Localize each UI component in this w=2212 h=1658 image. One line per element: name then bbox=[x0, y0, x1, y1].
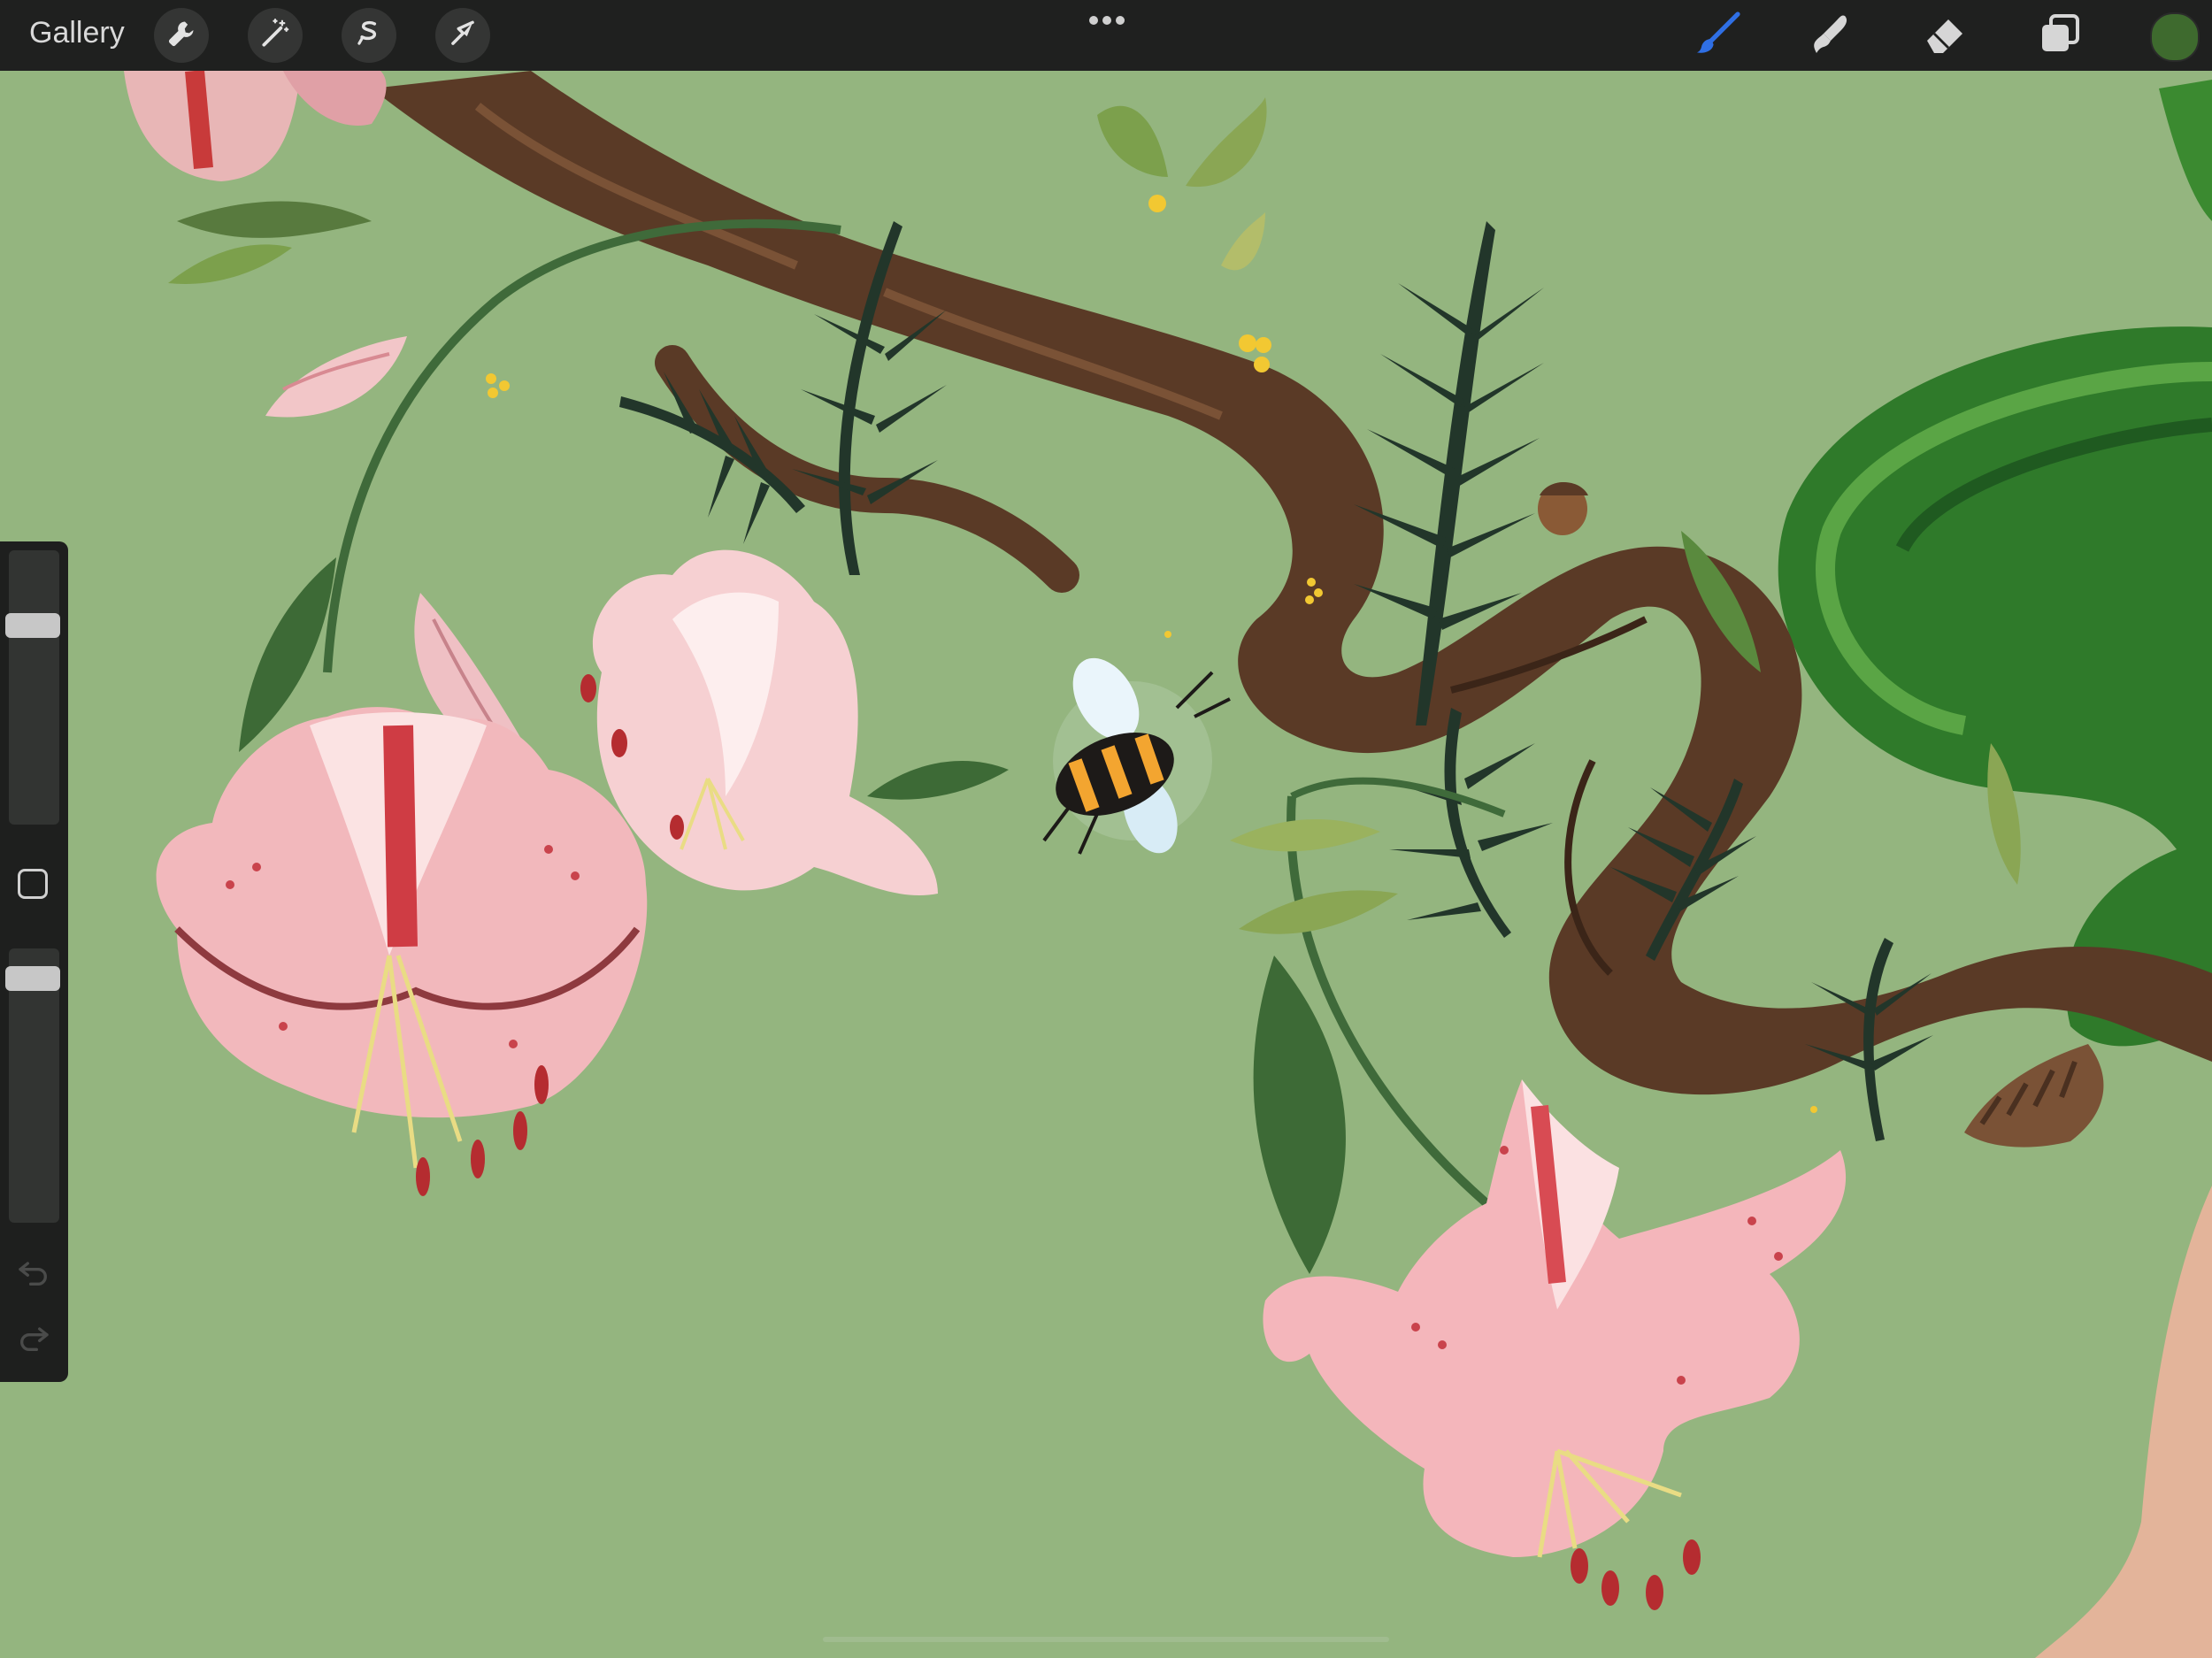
modify-button[interactable] bbox=[18, 869, 48, 899]
opacity-slider[interactable] bbox=[5, 948, 60, 1223]
selection-s-icon bbox=[352, 17, 386, 55]
redo-icon[interactable] bbox=[16, 1322, 51, 1354]
acorn bbox=[1538, 482, 1588, 535]
smudge-tool-button[interactable] bbox=[1806, 11, 1855, 60]
brush-tool-button[interactable] bbox=[1694, 11, 1743, 60]
lily-bud-left bbox=[265, 336, 407, 418]
moss-mass bbox=[1778, 80, 2212, 1047]
bumblebee bbox=[1042, 657, 1231, 855]
brush-size-slider[interactable] bbox=[5, 550, 60, 825]
undo-icon[interactable] bbox=[16, 1256, 51, 1288]
top-toolbar: Gallery bbox=[0, 0, 2212, 71]
lily-large-left bbox=[156, 707, 648, 1196]
home-indicator bbox=[823, 1637, 1389, 1642]
opacity-thumb[interactable] bbox=[5, 966, 60, 991]
gallery-button[interactable]: Gallery bbox=[29, 16, 125, 50]
magic-wand-icon bbox=[258, 17, 292, 55]
arrow-cursor-icon bbox=[446, 17, 480, 55]
lily-top-left bbox=[124, 71, 387, 181]
pine-cone bbox=[1964, 1044, 2104, 1148]
drawing-canvas[interactable] bbox=[0, 71, 2212, 1658]
brush-icon bbox=[1695, 11, 1741, 61]
lily-large-right bbox=[1263, 1079, 1847, 1610]
selection-button[interactable] bbox=[342, 8, 396, 63]
layers-button[interactable] bbox=[2035, 11, 2085, 60]
smudge-icon bbox=[1808, 11, 1854, 61]
brush-sidebar bbox=[0, 541, 68, 1382]
transform-button[interactable] bbox=[435, 8, 490, 63]
hand-edge bbox=[2035, 1186, 2212, 1658]
eraser-tool-button[interactable] bbox=[1920, 11, 1970, 60]
wrench-icon bbox=[165, 17, 198, 55]
actions-button[interactable] bbox=[154, 8, 209, 63]
more-options-icon[interactable] bbox=[1087, 14, 1126, 27]
brush-size-thumb[interactable] bbox=[5, 613, 60, 638]
eraser-icon bbox=[1922, 11, 1968, 61]
adjustments-button[interactable] bbox=[248, 8, 303, 63]
layers-icon bbox=[2037, 11, 2083, 61]
color-picker-swatch[interactable] bbox=[2150, 12, 2200, 62]
